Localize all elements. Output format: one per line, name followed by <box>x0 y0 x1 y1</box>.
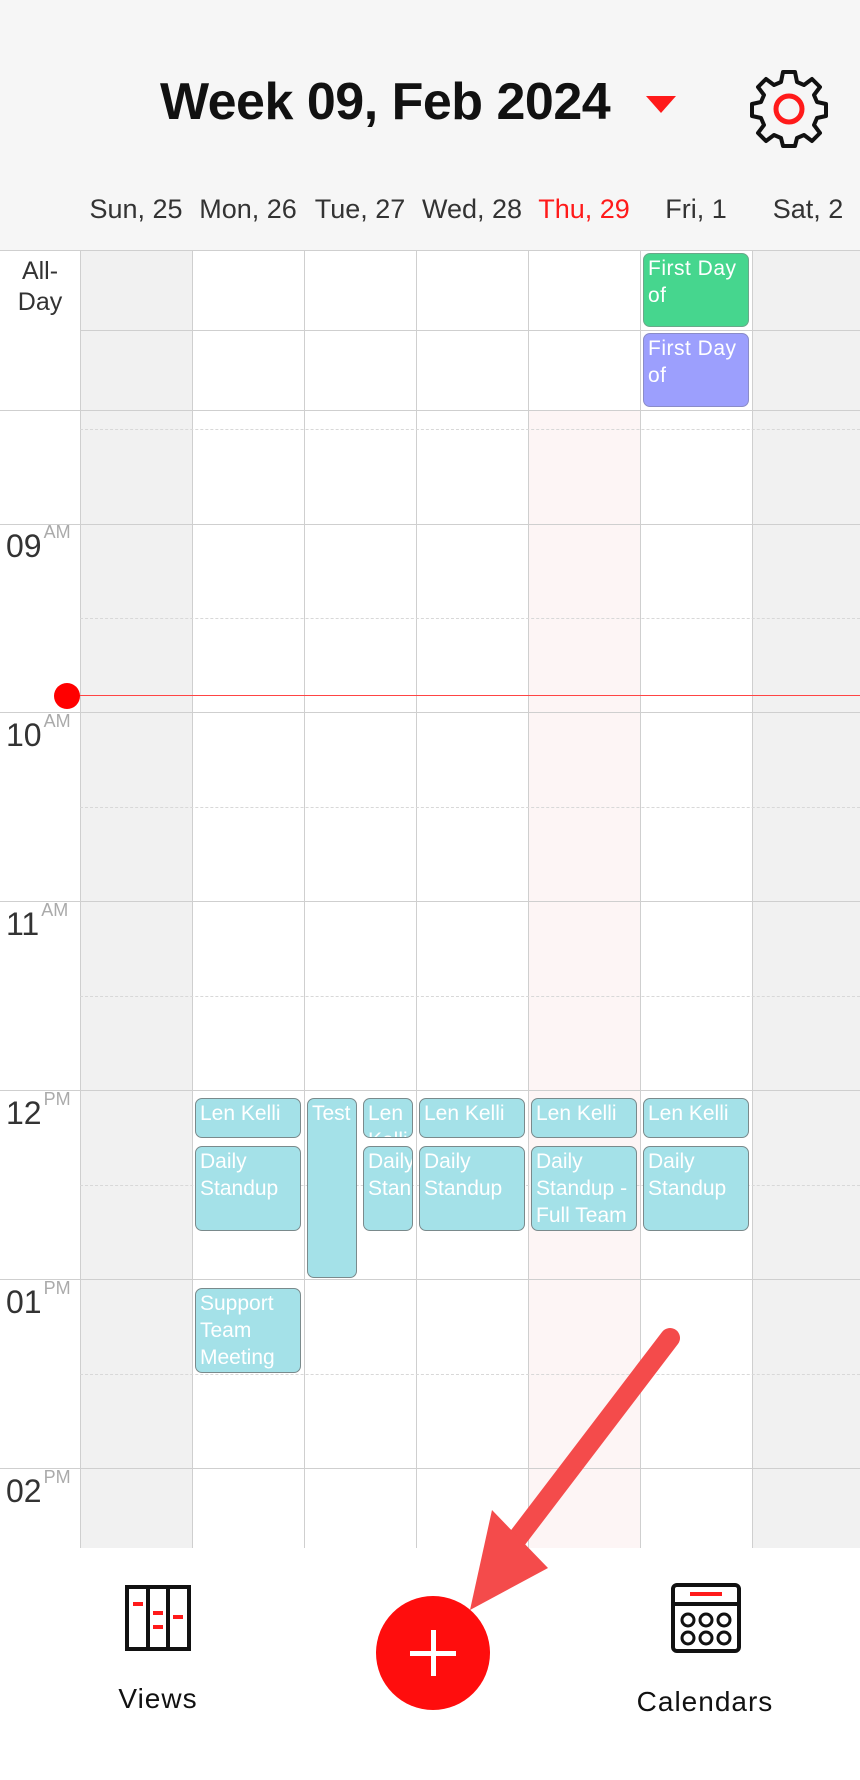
time-label-10am: 10 AM <box>6 711 71 753</box>
today-column-highlight <box>528 250 640 1548</box>
header-bar: Week 09, Feb 2024 Sun, 25 Mon, 26 Tue, 2… <box>0 0 860 250</box>
grid-hline <box>0 1279 860 1280</box>
calendar-event[interactable]: Support Team Meeting <box>195 1288 301 1373</box>
calendar-event[interactable]: Test <box>307 1098 357 1278</box>
half-hour-line <box>80 429 860 430</box>
grid-vline <box>304 250 305 1548</box>
week-title[interactable]: Week 09, Feb 2024 <box>160 72 611 132</box>
day-header-tue[interactable]: Tue, 27 <box>304 194 416 225</box>
time-label-11am: 11 AM <box>6 900 69 942</box>
time-label-2pm: 02 PM <box>6 1467 71 1509</box>
day-header-sun[interactable]: Sun, 25 <box>80 194 192 225</box>
time-label-12pm: 12 PM <box>6 1089 71 1131</box>
day-header-thu-today[interactable]: Thu, 29 <box>528 194 640 225</box>
grid-hline <box>0 1090 860 1091</box>
bottom-nav-bar: Views Calendars <box>0 1548 860 1780</box>
current-time-dot <box>54 683 80 709</box>
grid-hline <box>0 410 860 411</box>
half-hour-line <box>80 1374 860 1375</box>
current-time-line <box>66 695 860 696</box>
grid-hline <box>0 1468 860 1469</box>
calendar-event[interactable]: Daily Standup - Full Team <box>531 1146 637 1231</box>
day-header-wed[interactable]: Wed, 28 <box>416 194 528 225</box>
calendars-icon[interactable] <box>670 1582 742 1654</box>
calendar-event[interactable]: Daily Standup <box>419 1146 525 1231</box>
add-event-button[interactable] <box>376 1596 490 1710</box>
grid-hline <box>80 330 860 331</box>
weekend-column-sun <box>80 250 192 1548</box>
gear-icon[interactable] <box>748 66 830 148</box>
grid-hline <box>0 524 860 525</box>
calendar-event[interactable]: Len Kelli <box>419 1098 525 1138</box>
grid-hline <box>0 250 860 251</box>
weekend-column-sat <box>752 250 860 1548</box>
day-header-fri[interactable]: Fri, 1 <box>640 194 752 225</box>
calendar-event[interactable]: Daily Standup <box>363 1146 413 1231</box>
views-icon[interactable] <box>124 1584 192 1652</box>
day-header-sat[interactable]: Sat, 2 <box>752 194 860 225</box>
grid-vline <box>80 250 81 1548</box>
grid-vline <box>416 250 417 1548</box>
grid-vline <box>640 250 641 1548</box>
views-label[interactable]: Views <box>98 1683 218 1715</box>
calendar-event[interactable]: Len Kelli <box>195 1098 301 1138</box>
grid-vline <box>528 250 529 1548</box>
calendars-label[interactable]: Calendars <box>620 1686 790 1718</box>
half-hour-line <box>80 618 860 619</box>
week-grid[interactable]: All-Day 09 AM 10 AM 11 AM 12 PM 01 PM 02 PM Fi… <box>0 250 860 1548</box>
day-header-mon[interactable]: Mon, 26 <box>192 194 304 225</box>
grid-hline <box>0 712 860 713</box>
time-label-1pm: 01 PM <box>6 1278 71 1320</box>
calendar-event[interactable]: Daily Standup <box>643 1146 749 1231</box>
half-hour-line <box>80 807 860 808</box>
calendar-event[interactable]: Daily Standup <box>195 1146 301 1231</box>
calendar-event[interactable]: Len Kelli <box>643 1098 749 1138</box>
allday-label: All-Day <box>17 257 63 316</box>
allday-event[interactable]: First Day of <box>643 333 749 407</box>
calendar-event[interactable]: Len Kelli <box>531 1098 637 1138</box>
grid-hline <box>0 901 860 902</box>
allday-event[interactable]: First Day of <box>643 253 749 327</box>
grid-vline <box>752 250 753 1548</box>
time-label-9am: 09 AM <box>6 522 71 564</box>
calendar-event[interactable]: Len Kelli <box>363 1098 413 1138</box>
half-hour-line <box>80 996 860 997</box>
dropdown-arrow-icon[interactable] <box>646 96 676 113</box>
grid-vline <box>192 250 193 1548</box>
